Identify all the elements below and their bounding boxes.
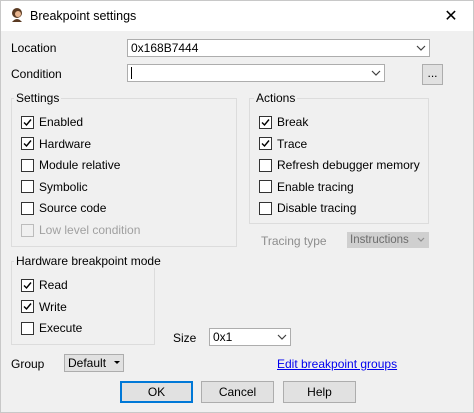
checkbox-label: Refresh debugger memory [277, 158, 420, 173]
actions-group-title: Actions [254, 91, 298, 105]
cancel-button[interactable]: Cancel [201, 381, 274, 403]
checkbox-box [21, 223, 34, 237]
location-combo[interactable]: 0x168B7444 [127, 39, 430, 57]
breakpoint-settings-dialog: Breakpoint settings ✕ Location 0x168B744… [0, 0, 474, 413]
checkbox-source-code[interactable]: Source code [21, 200, 106, 216]
checkbox-trace[interactable]: Trace [259, 136, 307, 152]
group-label: Group [11, 357, 45, 371]
checkbox-box[interactable] [259, 158, 272, 172]
checkbox-low-level-condition: Low level condition [21, 222, 140, 238]
checkbox-box[interactable] [21, 158, 34, 172]
checkbox-write[interactable]: Write [21, 299, 67, 315]
checkmark-icon[interactable] [259, 115, 272, 129]
checkbox-box[interactable] [259, 201, 272, 215]
checkbox-enabled[interactable]: Enabled [21, 114, 83, 130]
condition-label: Condition [11, 67, 62, 81]
checkbox-label: Disable tracing [277, 201, 357, 216]
checkbox-box[interactable] [21, 321, 34, 335]
chevron-down-icon[interactable] [370, 67, 382, 79]
hardware-mode-group-title: Hardware breakpoint mode [14, 254, 163, 268]
checkbox-label: Enabled [39, 115, 84, 129]
condition-combo[interactable] [127, 64, 385, 82]
checkmark-icon[interactable] [21, 300, 34, 314]
checkbox-label: Source code [39, 201, 107, 216]
chevron-down-icon[interactable] [415, 42, 427, 54]
tracing-type-combo: Instructions [347, 232, 429, 248]
size-value: 0x1 [213, 330, 233, 344]
group-dropdown-button[interactable]: Default [64, 354, 124, 372]
window-title: Breakpoint settings [30, 9, 137, 23]
dropdown-arrow-icon [113, 358, 121, 366]
checkbox-label: Symbolic [39, 179, 88, 194]
checkbox-read[interactable]: Read [21, 277, 68, 293]
close-icon[interactable]: ✕ [429, 1, 473, 31]
checkbox-box[interactable] [21, 180, 34, 194]
checkbox-hardware[interactable]: Hardware [21, 136, 91, 152]
checkbox-label: Break [277, 115, 309, 129]
checkbox-enable-tracing[interactable]: Enable tracing [259, 179, 354, 195]
chevron-down-icon [416, 235, 426, 245]
checkbox-label: Trace [277, 136, 308, 151]
tracing-type-label: Tracing type [261, 234, 327, 248]
ok-button[interactable]: OK [120, 381, 193, 403]
size-combo[interactable]: 0x1 [209, 328, 291, 346]
checkmark-icon[interactable] [21, 137, 34, 151]
checkbox-execute[interactable]: Execute [21, 320, 82, 336]
checkbox-box[interactable] [259, 180, 272, 194]
checkbox-disable-tracing[interactable]: Disable tracing [259, 200, 356, 216]
edit-breakpoint-groups-link[interactable]: Edit breakpoint groups [277, 357, 397, 371]
tracing-type-value: Instructions [350, 234, 409, 246]
checkbox-label: Module relative [39, 158, 121, 173]
group-value: Default [68, 356, 107, 370]
app-logo-icon [9, 7, 25, 23]
chevron-down-icon[interactable] [276, 331, 288, 343]
checkbox-break[interactable]: Break [259, 114, 308, 130]
help-button[interactable]: Help [283, 381, 356, 403]
size-label: Size [173, 331, 197, 345]
checkbox-label: Write [39, 299, 67, 314]
checkbox-symbolic[interactable]: Symbolic [21, 179, 88, 195]
checkmark-icon[interactable] [21, 278, 34, 292]
checkbox-refresh-debugger-memory[interactable]: Refresh debugger memory [259, 157, 420, 173]
checkbox-label: Execute [39, 321, 83, 336]
condition-browse-button[interactable]: ... [422, 64, 443, 85]
location-value: 0x168B7444 [131, 41, 199, 55]
checkbox-label: Enable tracing [277, 179, 354, 194]
title-bar[interactable]: Breakpoint settings ✕ [1, 1, 473, 31]
settings-group-title: Settings [14, 91, 62, 105]
checkmark-icon[interactable] [21, 115, 34, 129]
text-caret [131, 67, 132, 79]
checkbox-box[interactable] [21, 201, 34, 215]
checkmark-icon[interactable] [259, 137, 272, 151]
checkbox-label: Hardware [39, 136, 92, 151]
checkbox-label: Read [39, 278, 68, 292]
checkbox-label: Low level condition [39, 223, 141, 237]
checkbox-module-relative[interactable]: Module relative [21, 157, 120, 173]
location-label: Location [11, 41, 57, 55]
